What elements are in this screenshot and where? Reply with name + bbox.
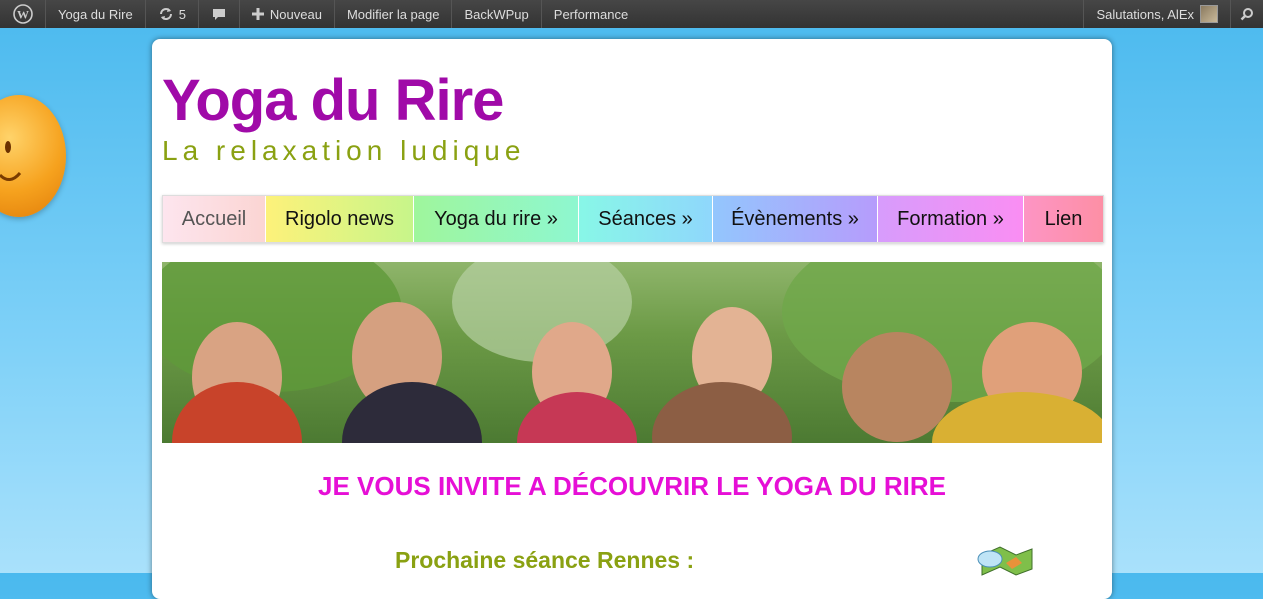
site-title[interactable]: Yoga du Rire [162, 67, 504, 134]
search-icon [1240, 8, 1253, 21]
smiley-face-icon [0, 95, 66, 217]
nav-item-accueil[interactable]: Accueil [163, 196, 266, 242]
wordpress-menu[interactable]: W [0, 0, 46, 28]
wordpress-icon: W [12, 4, 33, 24]
admin-bar: W Yoga du Rire 5 Nouveau Modifier la pag… [0, 0, 1263, 28]
main-navigation: Accueil Rigolo news Yoga du rire » Séanc… [162, 195, 1104, 243]
updates-icon [159, 8, 172, 20]
comments-link[interactable] [199, 0, 240, 28]
nav-item-lien[interactable]: Lien [1024, 196, 1103, 242]
page-container: Yoga du Rire La relaxation ludique Accue… [152, 39, 1112, 599]
nav-item-seances[interactable]: Séances » [579, 196, 713, 242]
comments-icon [212, 9, 225, 20]
page-headline: JE VOUS INVITE A DÉCOUVRIR LE YOGA DU RI… [318, 471, 946, 501]
new-content-label: Nouveau [269, 6, 322, 22]
nav-item-evenements[interactable]: Évènements » [713, 196, 878, 242]
site-name-link[interactable]: Yoga du Rire [46, 0, 146, 28]
next-session-heading: Prochaine séance Rennes : [395, 547, 695, 573]
performance-menu[interactable]: Performance [542, 0, 640, 28]
header-banner-image [162, 262, 1102, 443]
greeting-text: Salutations, AlEx [1096, 6, 1194, 22]
backwpup-menu[interactable]: BackWPup [452, 0, 542, 28]
edit-page-link[interactable]: Modifier la page [335, 0, 453, 28]
updates-count: 5 [178, 6, 186, 22]
new-content-menu[interactable]: Nouveau [240, 0, 335, 28]
plus-icon [251, 8, 264, 20]
svg-text:W: W [17, 8, 29, 22]
admin-search[interactable] [1231, 0, 1263, 28]
map-icon[interactable] [976, 539, 1034, 579]
avatar [1200, 5, 1218, 23]
my-account-menu[interactable]: Salutations, AlEx [1083, 0, 1231, 28]
nav-item-rigolo-news[interactable]: Rigolo news [266, 196, 414, 242]
nav-item-yoga-du-rire[interactable]: Yoga du rire » [414, 196, 579, 242]
nav-item-formation[interactable]: Formation » [878, 196, 1024, 242]
site-tagline: La relaxation ludique [162, 135, 526, 166]
updates-link[interactable]: 5 [146, 0, 199, 28]
